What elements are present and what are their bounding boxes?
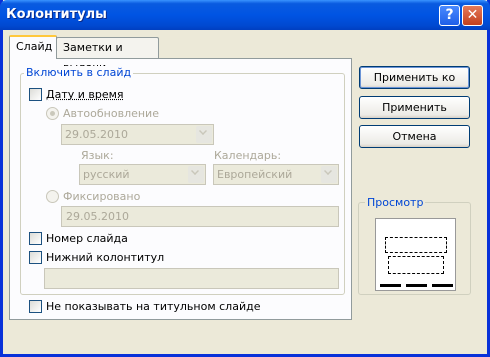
tab-notes-handouts[interactable]: Заметки и выдачи xyxy=(56,37,159,74)
date-time-checkbox[interactable] xyxy=(29,88,42,101)
tab-slide[interactable]: Слайд xyxy=(9,35,57,59)
help-button[interactable]: ? xyxy=(439,5,460,26)
language-select[interactable]: русский xyxy=(79,164,206,185)
body-placeholder xyxy=(388,256,444,274)
chevron-down-icon[interactable] xyxy=(188,166,204,183)
calendar-label: Календарь: xyxy=(214,149,282,162)
include-group-title: Включить в слайд xyxy=(24,66,134,79)
date-footer-placeholder xyxy=(380,284,401,287)
fixed-date-input[interactable]: 29.05.2010 xyxy=(61,206,339,227)
slide-number-checkbox[interactable] xyxy=(29,232,42,245)
apply-to-all-button[interactable]: Применить ко всем xyxy=(359,66,470,105)
footer-checkbox[interactable] xyxy=(29,251,42,264)
auto-date-select[interactable]: 29.05.2010 xyxy=(61,124,214,145)
preview-title: Просмотр xyxy=(365,196,426,209)
footer-text-input[interactable] xyxy=(44,268,339,289)
dont-show-on-title-label: Не показывать на титульном слайде xyxy=(46,300,261,313)
chevron-down-icon[interactable] xyxy=(196,126,212,143)
fixed-date-value: 29.05.2010 xyxy=(66,210,129,223)
close-icon: ✕ xyxy=(466,7,479,23)
title-placeholder xyxy=(385,237,447,253)
auto-date-value: 29.05.2010 xyxy=(65,128,128,141)
window-title: Колонтитулы xyxy=(6,7,107,22)
dont-show-on-title-checkbox[interactable] xyxy=(29,300,42,313)
calendar-select[interactable]: Европейский xyxy=(213,164,339,185)
title-bar[interactable]: Колонтитулы ? ✕ xyxy=(0,0,490,30)
slide-preview xyxy=(375,218,456,291)
close-button[interactable]: ✕ xyxy=(462,5,483,26)
cancel-button[interactable]: Отмена xyxy=(359,125,470,148)
footer-placeholder xyxy=(406,284,427,287)
auto-update-radio[interactable] xyxy=(46,107,59,120)
fixed-radio[interactable] xyxy=(46,190,59,203)
radio-selected-dot xyxy=(50,111,55,116)
date-time-label: Дату и время xyxy=(46,88,124,101)
help-icon: ? xyxy=(445,7,454,23)
calendar-value: Европейский xyxy=(217,168,293,181)
language-value: русский xyxy=(83,168,130,181)
apply-button[interactable]: Применить xyxy=(359,96,470,119)
chevron-down-icon[interactable] xyxy=(321,166,337,183)
footer-label: Нижний колонтитул xyxy=(46,251,165,264)
auto-update-label: Автообновление xyxy=(63,107,159,120)
language-label: Язык: xyxy=(81,149,114,162)
slide-number-label: Номер слайда xyxy=(46,232,128,245)
fixed-label: Фиксировано xyxy=(63,190,141,203)
slide-number-placeholder xyxy=(432,284,453,287)
